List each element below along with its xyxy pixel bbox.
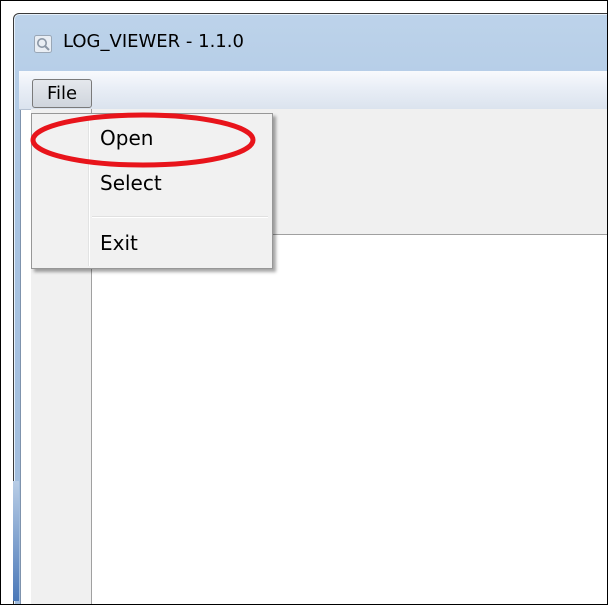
menu-file[interactable]: File xyxy=(32,79,92,108)
menu-item-select[interactable]: Select xyxy=(100,171,162,195)
title-bar[interactable]: LOG_VIEWER - 1.1.0 xyxy=(14,14,607,72)
screenshot: LOG_VIEWER - 1.1.0 File Open Select Exit xyxy=(0,0,608,605)
window-edge xyxy=(13,481,19,601)
menu-item-exit[interactable]: Exit xyxy=(100,231,138,255)
window-title: LOG_VIEWER - 1.1.0 xyxy=(63,31,244,52)
menu-icon-gutter xyxy=(88,116,90,266)
menu-separator xyxy=(92,216,268,218)
magnifier-icon xyxy=(34,35,52,53)
menu-item-open[interactable]: Open xyxy=(100,126,153,150)
log-content-area[interactable] xyxy=(92,235,607,604)
file-menu-dropdown: Open Select Exit xyxy=(31,113,273,269)
menu-bar: File xyxy=(19,71,607,110)
